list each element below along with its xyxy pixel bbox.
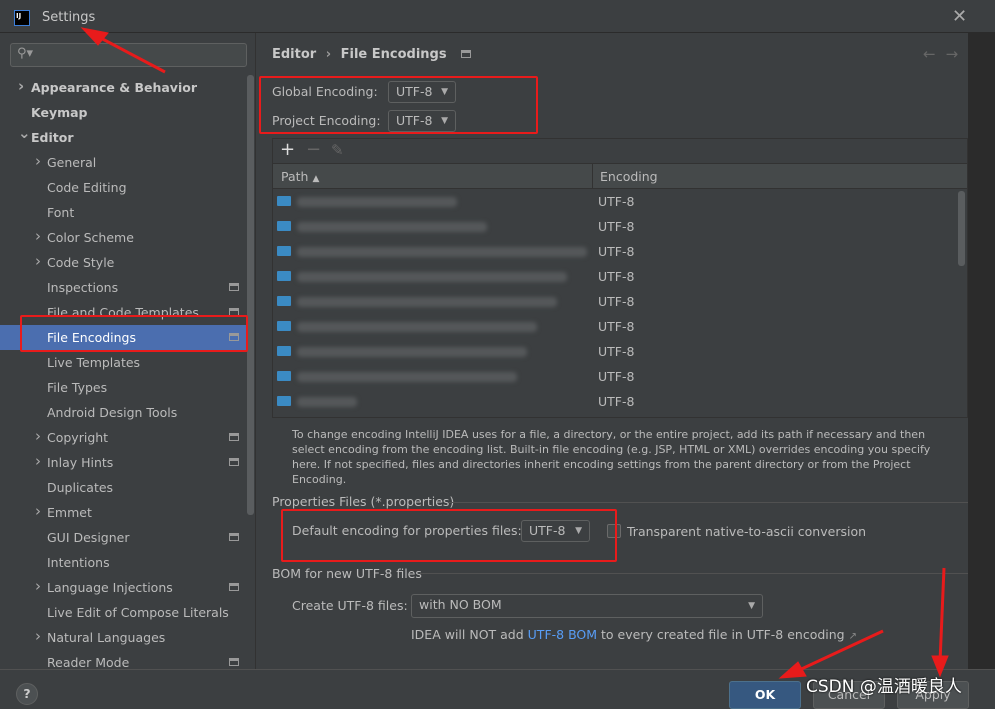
annotation-arrows [80, 27, 949, 679]
watermark: CSDN @温酒暖良人 [806, 677, 962, 697]
annotation-arrow [94, 33, 166, 74]
annotation-arrow [794, 629, 884, 674]
annotation-arrowhead [778, 661, 807, 679]
annotation-arrow [938, 567, 946, 663]
annotation-arrowhead [80, 27, 109, 46]
